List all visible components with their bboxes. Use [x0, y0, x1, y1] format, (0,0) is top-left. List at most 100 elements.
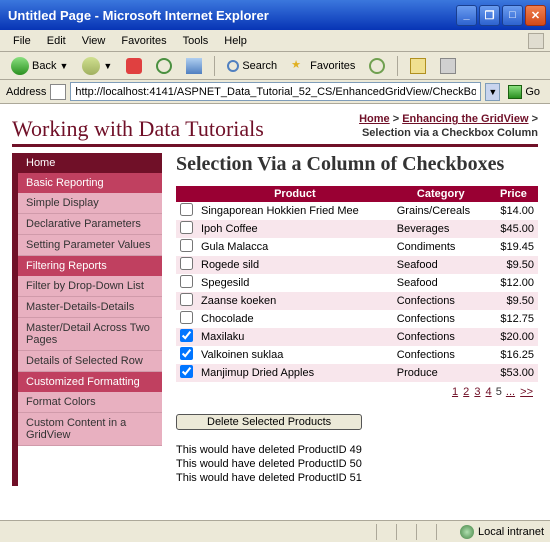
cell-product: Maxilaku [197, 328, 393, 346]
row-checkbox[interactable] [180, 329, 193, 342]
address-label: Address [6, 86, 46, 98]
print-button[interactable] [435, 56, 461, 76]
table-row: Ipoh CoffeeBeverages$45.00 [176, 220, 538, 238]
row-checkbox[interactable] [180, 365, 193, 378]
pager-page-2[interactable]: 2 [463, 386, 469, 398]
delete-message: This would have deleted ProductID 51 [176, 472, 538, 484]
sidebar-item-home[interactable]: Home [18, 153, 162, 173]
sidebar-item-format-colors[interactable]: Format Colors [18, 392, 162, 413]
sidebar-item-simple-display[interactable]: Simple Display [18, 193, 162, 214]
table-row: Singaporean Hokkien Fried MeeGrains/Cere… [176, 202, 538, 220]
cell-price: $12.75 [489, 310, 538, 328]
restore-button[interactable]: ❐ [479, 5, 500, 26]
cell-category: Confections [393, 346, 489, 364]
breadcrumb-enhancing[interactable]: Enhancing the GridView [402, 113, 528, 125]
cell-product: Spegesild [197, 274, 393, 292]
address-input[interactable] [70, 82, 481, 101]
refresh-button[interactable] [151, 56, 177, 76]
sidebar-item-master-detail-two-pages[interactable]: Master/Detail Across Two Pages [18, 318, 162, 351]
pager-more[interactable]: ... [506, 386, 515, 398]
cell-product: Chocolade [197, 310, 393, 328]
row-checkbox[interactable] [180, 239, 193, 252]
column-header-checkbox [176, 186, 197, 202]
go-button[interactable]: Go [504, 83, 544, 101]
sidebar-item-declarative-parameters[interactable]: Declarative Parameters [18, 214, 162, 235]
cell-price: $45.00 [489, 220, 538, 238]
cell-price: $12.00 [489, 274, 538, 292]
breadcrumb-home[interactable]: Home [359, 113, 390, 125]
window-titlebar: Untitled Page - Microsoft Internet Explo… [0, 0, 550, 30]
table-row: Manjimup Dried ApplesProduce$53.00 [176, 364, 538, 382]
cell-category: Grains/Cereals [393, 202, 489, 220]
breadcrumb: Home > Enhancing the GridView > Selectio… [359, 112, 538, 142]
back-button[interactable]: Back ▼ [6, 55, 73, 77]
row-checkbox[interactable] [180, 203, 193, 216]
cell-product: Valkoinen suklaa [197, 346, 393, 364]
pager-page-3[interactable]: 3 [474, 386, 480, 398]
minimize-button[interactable]: _ [456, 5, 477, 26]
row-checkbox[interactable] [180, 275, 193, 288]
breadcrumb-current: Selection via a Checkbox Column [362, 127, 538, 139]
history-button[interactable] [364, 56, 390, 76]
sidebar-item-setting-parameter-values[interactable]: Setting Parameter Values [18, 235, 162, 256]
sidebar-item-master-details-details[interactable]: Master-Details-Details [18, 297, 162, 318]
menu-file[interactable]: File [6, 33, 38, 49]
sidebar-item-details-selected-row[interactable]: Details of Selected Row [18, 351, 162, 372]
mail-button[interactable] [405, 56, 431, 76]
home-button[interactable] [181, 56, 207, 76]
table-row: Zaanse koekenConfections$9.50 [176, 292, 538, 310]
table-row: Valkoinen suklaaConfections$16.25 [176, 346, 538, 364]
sidebar-section-basic-reporting[interactable]: Basic Reporting [18, 173, 162, 193]
forward-button[interactable]: ▼ [77, 55, 117, 77]
print-icon [440, 58, 456, 74]
address-dropdown-icon[interactable]: ▼ [485, 83, 500, 101]
status-bar: Local intranet [0, 520, 550, 542]
search-icon [227, 60, 239, 72]
menu-favorites[interactable]: Favorites [114, 33, 173, 49]
cell-product: Ipoh Coffee [197, 220, 393, 238]
sidebar-section-customized-formatting[interactable]: Customized Formatting [18, 372, 162, 392]
pager-page-current: 5 [496, 386, 502, 398]
page-icon [50, 84, 66, 100]
toolbar-separator [397, 56, 398, 76]
cell-price: $14.00 [489, 202, 538, 220]
cell-product: Manjimup Dried Apples [197, 364, 393, 382]
cell-price: $9.50 [489, 256, 538, 274]
cell-category: Produce [393, 364, 489, 382]
row-checkbox[interactable] [180, 311, 193, 324]
mail-icon [410, 58, 426, 74]
row-checkbox[interactable] [180, 347, 193, 360]
menu-view[interactable]: View [75, 33, 113, 49]
sidebar-item-custom-content-gridview[interactable]: Custom Content in a GridView [18, 413, 162, 446]
menu-help[interactable]: Help [217, 33, 254, 49]
delete-messages: This would have deleted ProductID 49 This… [176, 444, 538, 484]
row-checkbox[interactable] [180, 293, 193, 306]
pager-page-4[interactable]: 4 [486, 386, 492, 398]
column-header-product: Product [197, 186, 393, 202]
pager-next[interactable]: >> [520, 386, 533, 398]
menu-edit[interactable]: Edit [40, 33, 73, 49]
ie-logo-icon [528, 33, 544, 49]
table-row: MaxilakuConfections$20.00 [176, 328, 538, 346]
cell-category: Beverages [393, 220, 489, 238]
delete-message: This would have deleted ProductID 49 [176, 444, 538, 456]
maximize-button[interactable]: □ [502, 5, 523, 26]
search-button[interactable]: Search [222, 58, 282, 74]
sidebar-item-filter-dropdown[interactable]: Filter by Drop-Down List [18, 276, 162, 297]
refresh-icon [156, 58, 172, 74]
cell-price: $19.45 [489, 238, 538, 256]
cell-product: Zaanse koeken [197, 292, 393, 310]
favorites-button[interactable]: ★ Favorites [286, 56, 360, 76]
menu-tools[interactable]: Tools [176, 33, 216, 49]
delete-selected-button[interactable]: Delete Selected Products [176, 414, 362, 430]
home-icon [186, 58, 202, 74]
sidebar-section-filtering-reports[interactable]: Filtering Reports [18, 256, 162, 276]
cell-category: Condiments [393, 238, 489, 256]
row-checkbox[interactable] [180, 257, 193, 270]
menu-bar: File Edit View Favorites Tools Help [0, 30, 550, 52]
close-button[interactable]: ✕ [525, 5, 546, 26]
pager-page-1[interactable]: 1 [452, 386, 458, 398]
stop-button[interactable] [121, 56, 147, 76]
row-checkbox[interactable] [180, 221, 193, 234]
products-table: Product Category Price Singaporean Hokki… [176, 186, 538, 382]
